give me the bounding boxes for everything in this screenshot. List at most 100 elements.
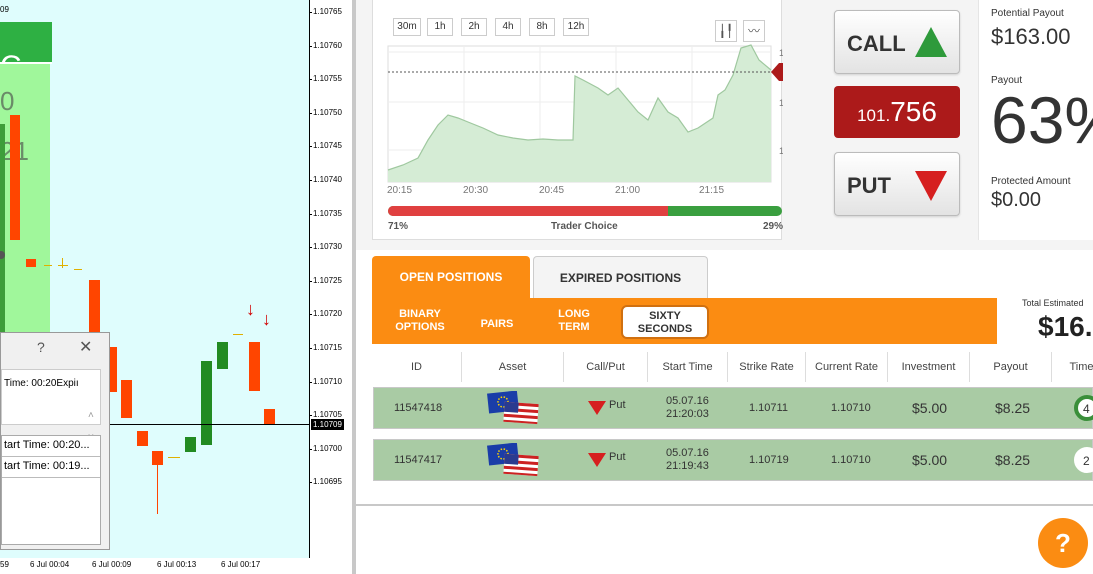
subnav-pairs[interactable]: PAIRS — [472, 318, 522, 331]
column-header[interactable]: Time — [1052, 352, 1093, 382]
subnav-binary-options[interactable]: BINARY OPTIONS — [390, 308, 450, 334]
candle — [44, 265, 52, 266]
position-row[interactable]: 11547417 Put 05.07.16 21:19:43 1.10719 1.1071… — [373, 439, 1093, 481]
dialog-info-field[interactable]: Time: 00:20Expiı ˄˅ — [1, 369, 101, 443]
call-button[interactable]: CALL — [834, 10, 960, 74]
position-payout: $8.25 — [995, 400, 1031, 416]
chart-x-tick: 20:15 — [387, 185, 412, 196]
price-tick: 1.10710 — [309, 376, 342, 386]
subnav-sixty-line1: SIXTY — [649, 310, 681, 322]
expiry-timer: 4 — [1074, 395, 1093, 421]
start-date: 05.07.16 — [666, 447, 709, 459]
price-tick: 1.10745 — [309, 141, 342, 151]
positions-tabs: OPEN POSITIONS EXPIRED POSITIONS BINARY … — [372, 256, 1093, 344]
column-header[interactable]: Call/Put — [564, 352, 648, 382]
start-clock: 21:20:03 — [666, 408, 709, 420]
timeframe-4h[interactable]: 4h — [495, 18, 521, 36]
position-investment: $5.00 — [912, 452, 948, 468]
time-tick: 6 Jul 00:04 — [30, 560, 70, 569]
screen: 09 C 0 21 ↓ ↓ ? — [0, 0, 1093, 574]
position-strike-rate: 1.10719 — [749, 454, 789, 466]
position-payout: $8.25 — [995, 452, 1031, 468]
position-current-rate: 1.10710 — [831, 402, 871, 414]
column-header[interactable]: Start Time — [648, 352, 728, 382]
terminal-corner-label: 09 — [0, 5, 9, 14]
trader-choice-left: 71% — [388, 221, 409, 232]
timeframe-12h[interactable]: 12h — [563, 18, 589, 36]
total-estimated-value: $16. — [1038, 311, 1093, 342]
put-label: PUT — [847, 173, 891, 198]
chart-x-tick: 20:45 — [539, 185, 564, 196]
tab-expired-positions[interactable]: EXPIRED POSITIONS — [533, 256, 708, 298]
position-strike-rate: 1.10711 — [749, 402, 788, 414]
candle — [233, 334, 243, 335]
chart-x-tick: 21:15 — [699, 185, 724, 196]
help-chat-button[interactable]: ? — [1038, 518, 1088, 568]
rate-main: 756 — [890, 96, 937, 127]
price-tick: 1.10735 — [309, 208, 342, 218]
position-direction: Put — [609, 399, 626, 411]
dialog-order-list[interactable]: tart Time: 00:20... tart Time: 00:19... — [1, 435, 101, 545]
candle — [264, 409, 275, 425]
protected-amount-value: $0.00 — [991, 189, 1042, 211]
candle — [201, 361, 212, 445]
price-tick: 1.10700 — [309, 443, 342, 453]
put-arrow-icon — [915, 171, 947, 201]
sell-arrow-icon: ↓ — [262, 309, 271, 329]
candle — [152, 451, 163, 465]
column-header[interactable]: Asset — [462, 352, 564, 382]
price-tick: 1.10750 — [309, 107, 342, 117]
time-tick: 6 Jul 00:13 — [157, 560, 197, 569]
potential-payout-label: Potential Payout — [991, 8, 1064, 19]
trader-choice-bar — [388, 206, 782, 216]
timeframe-30m[interactable]: 30m — [393, 18, 421, 36]
column-header[interactable]: Investment — [888, 352, 970, 382]
expiry-timer: 2 — [1074, 447, 1093, 473]
candle — [26, 259, 36, 267]
candle — [217, 342, 228, 369]
dialog-order-row[interactable]: tart Time: 00:19... — [2, 457, 100, 478]
rate-prefix: 101. — [857, 106, 891, 125]
tab-open-positions[interactable]: OPEN POSITIONS — [372, 256, 530, 298]
table-divider — [356, 504, 1093, 506]
position-start-time: 05.07.16 21:19:43 — [666, 447, 709, 473]
total-estimated-label: Total Estimated — [1022, 298, 1084, 308]
subnav-long-term[interactable]: LONG TERM — [544, 308, 604, 334]
order-dialog[interactable]: ? ✕ Time: 00:20Expiı ˄˅ tart Time: 00:20… — [0, 332, 110, 550]
signal-number-1: 0 — [0, 86, 15, 116]
candle — [249, 342, 260, 391]
dialog-help-icon[interactable]: ? — [37, 339, 45, 355]
time-axis: 59 6 Jul 00:04 6 Jul 00:09 6 Jul 00:13 6 Jul… — [0, 558, 352, 574]
start-clock: 21:19:43 — [666, 460, 709, 472]
current-price-label: 1.10709 — [311, 419, 344, 430]
price-tick: 1.10730 — [309, 242, 342, 252]
dialog-order-row[interactable]: tart Time: 00:20... — [2, 436, 100, 457]
terminal-chart[interactable]: 09 C 0 21 ↓ ↓ ? — [0, 0, 310, 558]
subnav-sixty-seconds[interactable]: SIXTY SECONDS — [621, 305, 709, 339]
candle-wick — [157, 460, 158, 514]
candle — [74, 269, 82, 270]
dialog-close-icon[interactable]: ✕ — [79, 337, 92, 357]
price-tick: 1.10695 — [309, 477, 342, 487]
column-header[interactable]: Strike Rate — [728, 352, 806, 382]
timeframe-8h[interactable]: 8h — [529, 18, 555, 36]
expiry-timer-value: 2 — [1083, 454, 1090, 468]
trading-area: ╽╿ 〰 101.760101.740101.72020:1520:3020:4… — [356, 0, 1093, 250]
trader-choice-right: 29% — [763, 221, 784, 232]
price-axis: 1.10765 1.10760 1.10755 1.10750 1.10745 1.107… — [309, 0, 352, 558]
timeframe-1h[interactable]: 1h — [427, 18, 453, 36]
position-row[interactable]: 11547418 Put 05.07.16 21:20:03 1.10711 1.1071… — [373, 387, 1093, 429]
call-arrow-icon — [915, 27, 947, 57]
eurusd-flag-icon — [487, 391, 539, 425]
put-button[interactable]: PUT — [834, 152, 960, 216]
payout-value: 63% — [991, 83, 1093, 157]
payout-panel: Potential Payout $163.00 Payout 63% Prot… — [978, 0, 1093, 240]
timeframe-2h[interactable]: 2h — [461, 18, 487, 36]
signal-panel: 0 21 — [0, 64, 50, 334]
column-header[interactable]: ID — [372, 352, 462, 382]
column-header[interactable]: Payout — [970, 352, 1052, 382]
position-investment: $5.00 — [912, 400, 948, 416]
subnav-binary-line1: BINARY — [399, 308, 441, 320]
column-header[interactable]: Current Rate — [806, 352, 888, 382]
chart-y-tick: 101.720 — [779, 146, 783, 156]
